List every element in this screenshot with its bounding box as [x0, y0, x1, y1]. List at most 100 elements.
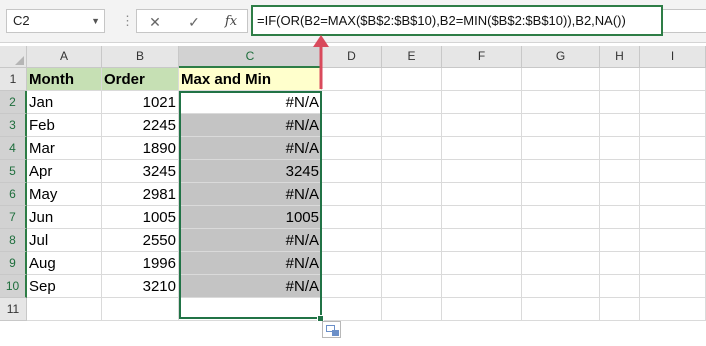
empty-cell[interactable] [442, 206, 522, 229]
empty-cell[interactable] [322, 252, 382, 275]
result-cell[interactable]: #N/A [179, 91, 322, 114]
empty-cell[interactable] [382, 206, 442, 229]
empty-cell[interactable] [322, 160, 382, 183]
empty-cell[interactable] [382, 68, 442, 91]
row-header-1[interactable]: 1 [0, 68, 27, 91]
column-header-i[interactable]: I [640, 46, 706, 68]
empty-cell[interactable] [322, 206, 382, 229]
empty-cell[interactable] [442, 91, 522, 114]
empty-cell[interactable] [600, 91, 640, 114]
empty-cell[interactable] [522, 229, 600, 252]
empty-cell[interactable] [382, 298, 442, 321]
column-header-g[interactable]: G [522, 46, 600, 68]
empty-cell[interactable] [640, 68, 706, 91]
month-cell[interactable]: Aug [27, 252, 102, 275]
empty-cell[interactable] [522, 91, 600, 114]
empty-cell[interactable] [600, 68, 640, 91]
result-cell[interactable]: 1005 [179, 206, 322, 229]
empty-cell[interactable] [600, 229, 640, 252]
empty-cell[interactable] [442, 160, 522, 183]
empty-cell[interactable] [600, 206, 640, 229]
column-header-a[interactable]: A [27, 46, 102, 68]
month-cell[interactable]: Sep [27, 275, 102, 298]
month-cell[interactable]: Feb [27, 114, 102, 137]
order-cell[interactable]: 2981 [102, 183, 179, 206]
order-cell[interactable]: 1996 [102, 252, 179, 275]
order-cell[interactable]: 1005 [102, 206, 179, 229]
formula-input[interactable]: =IF(OR(B2=MAX($B$2:$B$10),B2=MIN($B$2:$B… [251, 5, 663, 36]
empty-cell[interactable] [522, 275, 600, 298]
row-header-10[interactable]: 10 [0, 275, 27, 298]
empty-cell[interactable] [640, 137, 706, 160]
month-cell[interactable]: May [27, 183, 102, 206]
row-header-7[interactable]: 7 [0, 206, 27, 229]
empty-cell[interactable] [600, 137, 640, 160]
empty-cell[interactable] [600, 183, 640, 206]
month-cell[interactable]: Jan [27, 91, 102, 114]
chevron-down-icon[interactable]: ▼ [91, 10, 100, 32]
empty-cell[interactable] [640, 91, 706, 114]
order-cell[interactable]: 2550 [102, 229, 179, 252]
quick-analysis-icon[interactable] [322, 321, 341, 338]
empty-cell[interactable] [382, 160, 442, 183]
empty-cell[interactable] [382, 229, 442, 252]
row-header-9[interactable]: 9 [0, 252, 27, 275]
empty-cell[interactable] [442, 183, 522, 206]
result-cell[interactable]: #N/A [179, 275, 322, 298]
empty-cell[interactable] [600, 114, 640, 137]
empty-cell[interactable] [382, 275, 442, 298]
empty-cell[interactable] [322, 137, 382, 160]
empty-cell[interactable] [522, 206, 600, 229]
empty-cell[interactable] [322, 114, 382, 137]
result-cell[interactable]: #N/A [179, 137, 322, 160]
result-cell[interactable]: #N/A [179, 183, 322, 206]
row-header-3[interactable]: 3 [0, 114, 27, 137]
row-header-2[interactable]: 2 [0, 91, 27, 114]
row-header-11[interactable]: 11 [0, 298, 27, 321]
empty-cell[interactable] [640, 229, 706, 252]
header-cell-max-and-min[interactable]: Max and Min [179, 68, 322, 91]
row-header-6[interactable]: 6 [0, 183, 27, 206]
empty-cell[interactable] [442, 68, 522, 91]
empty-cell[interactable] [322, 183, 382, 206]
empty-cell[interactable] [522, 298, 600, 321]
empty-cell[interactable] [322, 229, 382, 252]
empty-cell[interactable] [522, 114, 600, 137]
header-cell-order[interactable]: Order [102, 68, 179, 91]
row-header-5[interactable]: 5 [0, 160, 27, 183]
month-cell[interactable]: Jul [27, 229, 102, 252]
empty-cell[interactable] [640, 275, 706, 298]
result-cell[interactable]: #N/A [179, 114, 322, 137]
order-cell[interactable]: 1021 [102, 91, 179, 114]
select-all-button[interactable] [0, 46, 27, 68]
empty-cell[interactable] [382, 183, 442, 206]
empty-cell[interactable] [382, 91, 442, 114]
result-cell[interactable]: #N/A [179, 252, 322, 275]
row-header-4[interactable]: 4 [0, 137, 27, 160]
column-header-d[interactable]: D [322, 46, 382, 68]
result-cell[interactable]: #N/A [179, 229, 322, 252]
empty-cell[interactable] [640, 298, 706, 321]
empty-cell[interactable] [640, 160, 706, 183]
empty-cell[interactable] [600, 252, 640, 275]
empty-cell[interactable] [442, 114, 522, 137]
empty-cell[interactable] [382, 252, 442, 275]
empty-cell[interactable] [640, 206, 706, 229]
order-cell[interactable]: 3210 [102, 275, 179, 298]
header-cell-month[interactable]: Month [27, 68, 102, 91]
insert-function-icon[interactable]: fx [221, 12, 241, 32]
column-header-h[interactable]: H [600, 46, 640, 68]
month-cell[interactable]: Mar [27, 137, 102, 160]
empty-cell[interactable] [382, 137, 442, 160]
order-cell[interactable]: 1890 [102, 137, 179, 160]
drag-handle-icon[interactable]: ⋮ [121, 13, 134, 29]
empty-cell[interactable] [322, 298, 382, 321]
empty-cell[interactable] [442, 229, 522, 252]
column-header-f[interactable]: F [442, 46, 522, 68]
empty-cell[interactable] [322, 91, 382, 114]
cancel-icon[interactable]: ✕ [145, 12, 165, 32]
empty-cell[interactable] [522, 68, 600, 91]
empty-cell[interactable] [27, 298, 102, 321]
empty-cell[interactable] [322, 275, 382, 298]
empty-cell[interactable] [600, 275, 640, 298]
